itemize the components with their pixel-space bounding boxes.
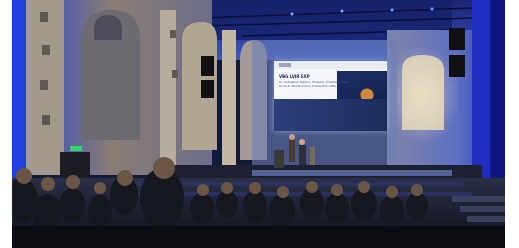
presentation-screen: VBG LVIR EXP Dr. Sebastian Mahler, Direk…	[274, 61, 387, 131]
slide-header-bar	[274, 61, 387, 69]
slide-subtitle: Dr. Sebastian Mahler, Direktor, Präsiden…	[279, 80, 348, 88]
slide-title: VBG LVIR EXP	[279, 74, 310, 79]
logo-icon	[279, 63, 291, 67]
hall-scene-graphic	[12, 0, 505, 248]
event-hall-photo: VBG LVIR EXP Dr. Sebastian Mahler, Direk…	[12, 0, 505, 248]
slide-bottom-band	[274, 99, 387, 131]
photo-canvas: VBG LVIR EXP Dr. Sebastian Mahler, Direk…	[0, 0, 519, 248]
